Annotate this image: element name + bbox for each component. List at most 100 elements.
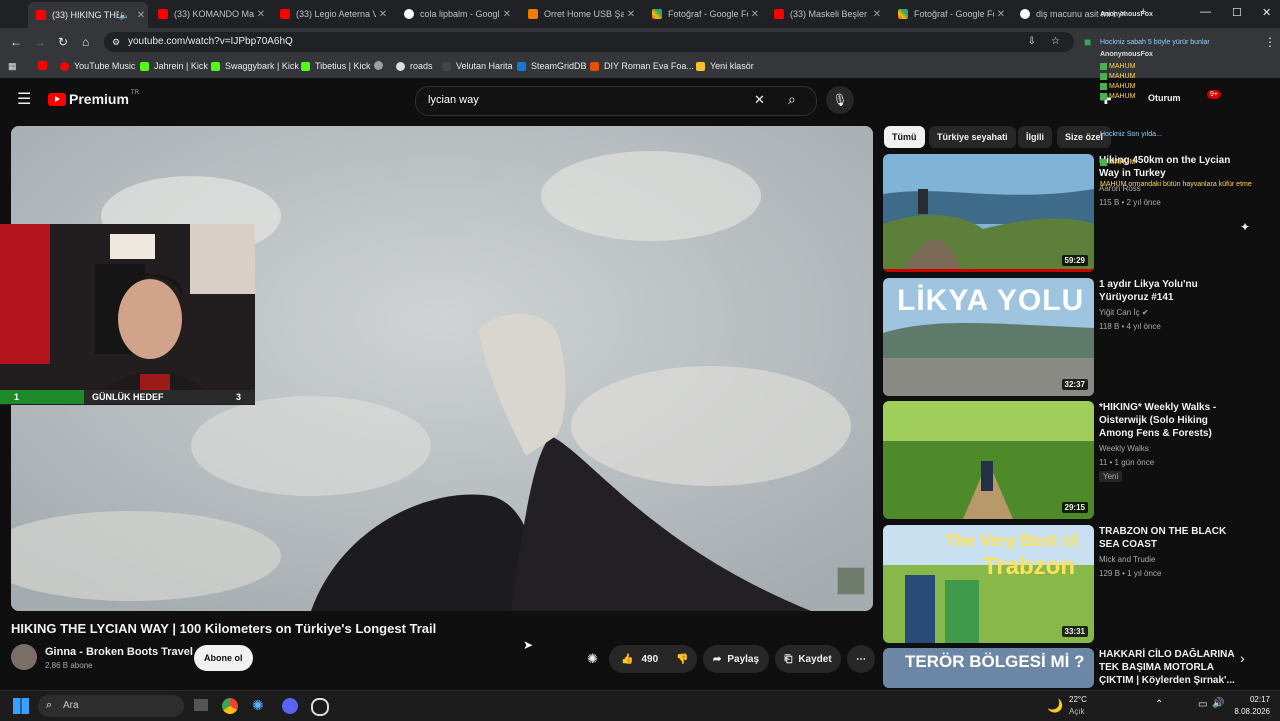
youtube-premium-logo[interactable]: Premium TR (48, 90, 139, 107)
site-info-icon[interactable]: ⚙ (112, 32, 120, 52)
back-icon[interactable]: ← (10, 35, 22, 49)
chat-message: MAHUM ormandaki bütün hayvanlara küfür e… (1100, 181, 1252, 188)
clear-search-icon[interactable]: ✕ (754, 92, 765, 108)
home-icon[interactable]: ⌂ (82, 35, 89, 49)
search-icon[interactable]: ⌕ (788, 91, 796, 108)
extension-icon[interactable]: ■ (1084, 35, 1091, 49)
clock-date[interactable]: 8.08.2026 (1226, 707, 1270, 716)
tab-photos-2[interactable]: Fotoğraf - Google Fo ✕ (890, 4, 1008, 24)
tray-chevron-icon[interactable]: ⌃ (1155, 699, 1163, 710)
channel-name[interactable]: Ginna - Broken Boots Travel (45, 646, 193, 658)
file-explorer-icon[interactable] (194, 699, 208, 711)
tab-hiking[interactable]: (33) HIKING THE 🔈 ✕ (28, 2, 148, 28)
video-thumbnail[interactable]: 29:15 (883, 401, 1094, 519)
bookmark-swaggybark[interactable]: Swaggybark | Kick (211, 61, 299, 71)
obs-icon[interactable] (311, 698, 329, 716)
webcam-image (0, 224, 255, 405)
windows-start-icon[interactable] (13, 698, 29, 714)
close-tab-icon[interactable]: ✕ (500, 9, 514, 20)
apps-icon[interactable]: ▦ (8, 61, 17, 72)
recommendation-title[interactable]: 1 aydır Likya Yolu'nu Yürüyoruz #141 (1099, 278, 1239, 304)
search-box[interactable]: lycian way ✕ ⌕ (415, 86, 817, 116)
tab-maskeli[interactable]: (33) Maskeli Beşler F ✕ (766, 4, 884, 24)
recommendation-channel[interactable]: Mick and Trudie (1099, 555, 1155, 564)
tab-photos-1[interactable]: Fotoğraf - Google Fo ✕ (644, 4, 762, 24)
reload-icon[interactable]: ↻ (58, 35, 68, 49)
search-input[interactable]: lycian way (428, 94, 479, 106)
dislike-button[interactable]: 👎 (666, 654, 698, 665)
recommendation-channel[interactable]: Weekly Walks (1099, 444, 1149, 453)
bookmark-youtube-music[interactable]: YouTube Music (60, 61, 135, 71)
emote-icon (1100, 82, 1107, 90)
stream-chat-overlay: AnonymousFox Hockniz sabah 5 böyle yürür… (1100, 10, 1280, 200)
chat-message: MAHUM (1100, 82, 1135, 92)
close-tab-icon[interactable]: ✕ (624, 9, 638, 20)
close-tab-icon[interactable]: ✕ (134, 10, 148, 21)
more-actions-button[interactable]: ⋯ (847, 645, 875, 673)
chrome-icon[interactable] (222, 698, 238, 714)
video-thumbnail[interactable]: 59:29 (883, 154, 1094, 272)
daily-goal-progress (0, 390, 85, 404)
chip-turkey-travel[interactable]: Türkiye seyahati (929, 126, 1016, 148)
microphone-icon[interactable]: 🎙 (826, 86, 854, 114)
forward-icon[interactable]: → (34, 35, 46, 49)
taskbar-search[interactable]: ⌕ Ara (38, 695, 184, 717)
recommendation-title[interactable]: *HIKING* Weekly Walks - Oisterwijk (Solo… (1099, 401, 1239, 440)
bookmark-tibetius[interactable]: Tibetius | Kick (301, 61, 371, 71)
save-button[interactable]: ⎗ Kaydet (775, 645, 841, 673)
like-count: 490 (641, 653, 659, 665)
clock-time[interactable]: 02:17 (1230, 695, 1270, 704)
tab-orret[interactable]: Orret Home USB Şarj ✕ (520, 4, 638, 24)
tab-cola[interactable]: cola lipbalm - Google ✕ (396, 4, 514, 24)
subscribe-button[interactable]: Abone ol (194, 645, 253, 671)
recommendation-item[interactable]: 29:15 *HIKING* Weekly Walks - Oisterwijk… (883, 401, 1273, 519)
recommendation-channel[interactable]: Yiğit Can İç ✔ (1099, 308, 1149, 317)
video-thumbnail[interactable]: LİKYA YOLU 32:37 (883, 278, 1094, 396)
next-arrow-icon[interactable]: › (1240, 650, 1245, 666)
install-app-icon[interactable]: ⇩ (1028, 32, 1036, 52)
recommendation-item[interactable]: The Very Best of Trabzon 33:31 TRABZON O… (883, 525, 1273, 643)
close-tab-icon[interactable]: ✕ (870, 9, 884, 20)
bookmark-velutan[interactable]: Velutan Harita (442, 61, 513, 71)
sparkle-icon[interactable]: ✦ (1240, 220, 1250, 234)
address-toolbar: ← → ↻ ⌂ ⚙ youtube.com/watch?v=IJPbp70A6h… (0, 28, 1280, 56)
channel-avatar[interactable] (11, 644, 37, 670)
close-tab-icon[interactable]: ✕ (376, 9, 390, 20)
bookmark-steamgriddb[interactable]: SteamGridDB (517, 61, 587, 71)
tab-komando[interactable]: (33) KOMANDO Mar ✕ (150, 4, 268, 24)
chip-related[interactable]: İlgili (1018, 126, 1052, 148)
bookmark-diy-roman[interactable]: DIY Roman Eva Foa... (590, 61, 694, 71)
weather-moon-icon[interactable]: 🌙 (1047, 698, 1063, 714)
bookmark-jahrein[interactable]: Jahrein | Kick (140, 61, 208, 71)
close-tab-icon[interactable]: ✕ (254, 9, 268, 20)
bookmark-roads[interactable]: roads (396, 61, 433, 71)
chip-all[interactable]: Tümü (884, 126, 925, 148)
network-icon[interactable]: ▭ (1198, 699, 1207, 710)
close-tab-icon[interactable]: ✕ (748, 9, 762, 20)
url-bar[interactable]: ⚙ youtube.com/watch?v=IJPbp70A6hQ ⇩ ☆ (104, 32, 1074, 52)
bookmark-star-icon[interactable]: ☆ (1051, 32, 1060, 52)
video-thumbnail[interactable]: The Very Best of Trabzon 33:31 (883, 525, 1094, 643)
video-thumbnail[interactable]: TERÖR BÖLGESİ Mİ ? (883, 648, 1094, 688)
recommendation-item[interactable]: LİKYA YOLU 32:37 1 aydır Likya Yolu'nu Y… (883, 278, 1273, 396)
recommendation-meta: 11 • 1 gün önce (1099, 458, 1155, 467)
gear-app-icon[interactable]: ✺ (252, 697, 264, 714)
close-tab-icon[interactable]: ✕ (994, 9, 1008, 20)
recommendation-item[interactable]: TERÖR BÖLGESİ Mİ ? HAKKARİ CİLO DAĞLARIN… (883, 648, 1273, 688)
bookmark-youtube[interactable] (38, 61, 52, 70)
recommendation-title[interactable]: TRABZON ON THE BLACK SEA COAST (1099, 525, 1239, 551)
share-button[interactable]: ➦ Paylaş (703, 645, 769, 673)
watch-progress-bar (883, 269, 1094, 272)
like-button[interactable]: 👍 490 (609, 654, 666, 665)
discord-icon[interactable] (282, 698, 298, 714)
bookmark-globe[interactable] (374, 61, 388, 70)
volume-icon[interactable]: 🔊 (1212, 698, 1224, 709)
hamburger-menu-icon[interactable]: ☰ (17, 89, 31, 109)
tab-legio[interactable]: (33) Legio Aeterna V ✕ (272, 4, 390, 24)
more-icon: ⋯ (856, 653, 866, 665)
ai-sparkle-icon[interactable]: ✺ (587, 651, 598, 667)
thumbnail-caption-top: The Very Best of (945, 531, 1079, 550)
bookmark-folder[interactable]: Yeni klasör (696, 61, 754, 71)
recommendation-title[interactable]: HAKKARİ CİLO DAĞLARINA TEK BAŞIMA MOTORL… (1099, 648, 1239, 687)
emote-icon (1100, 158, 1107, 166)
